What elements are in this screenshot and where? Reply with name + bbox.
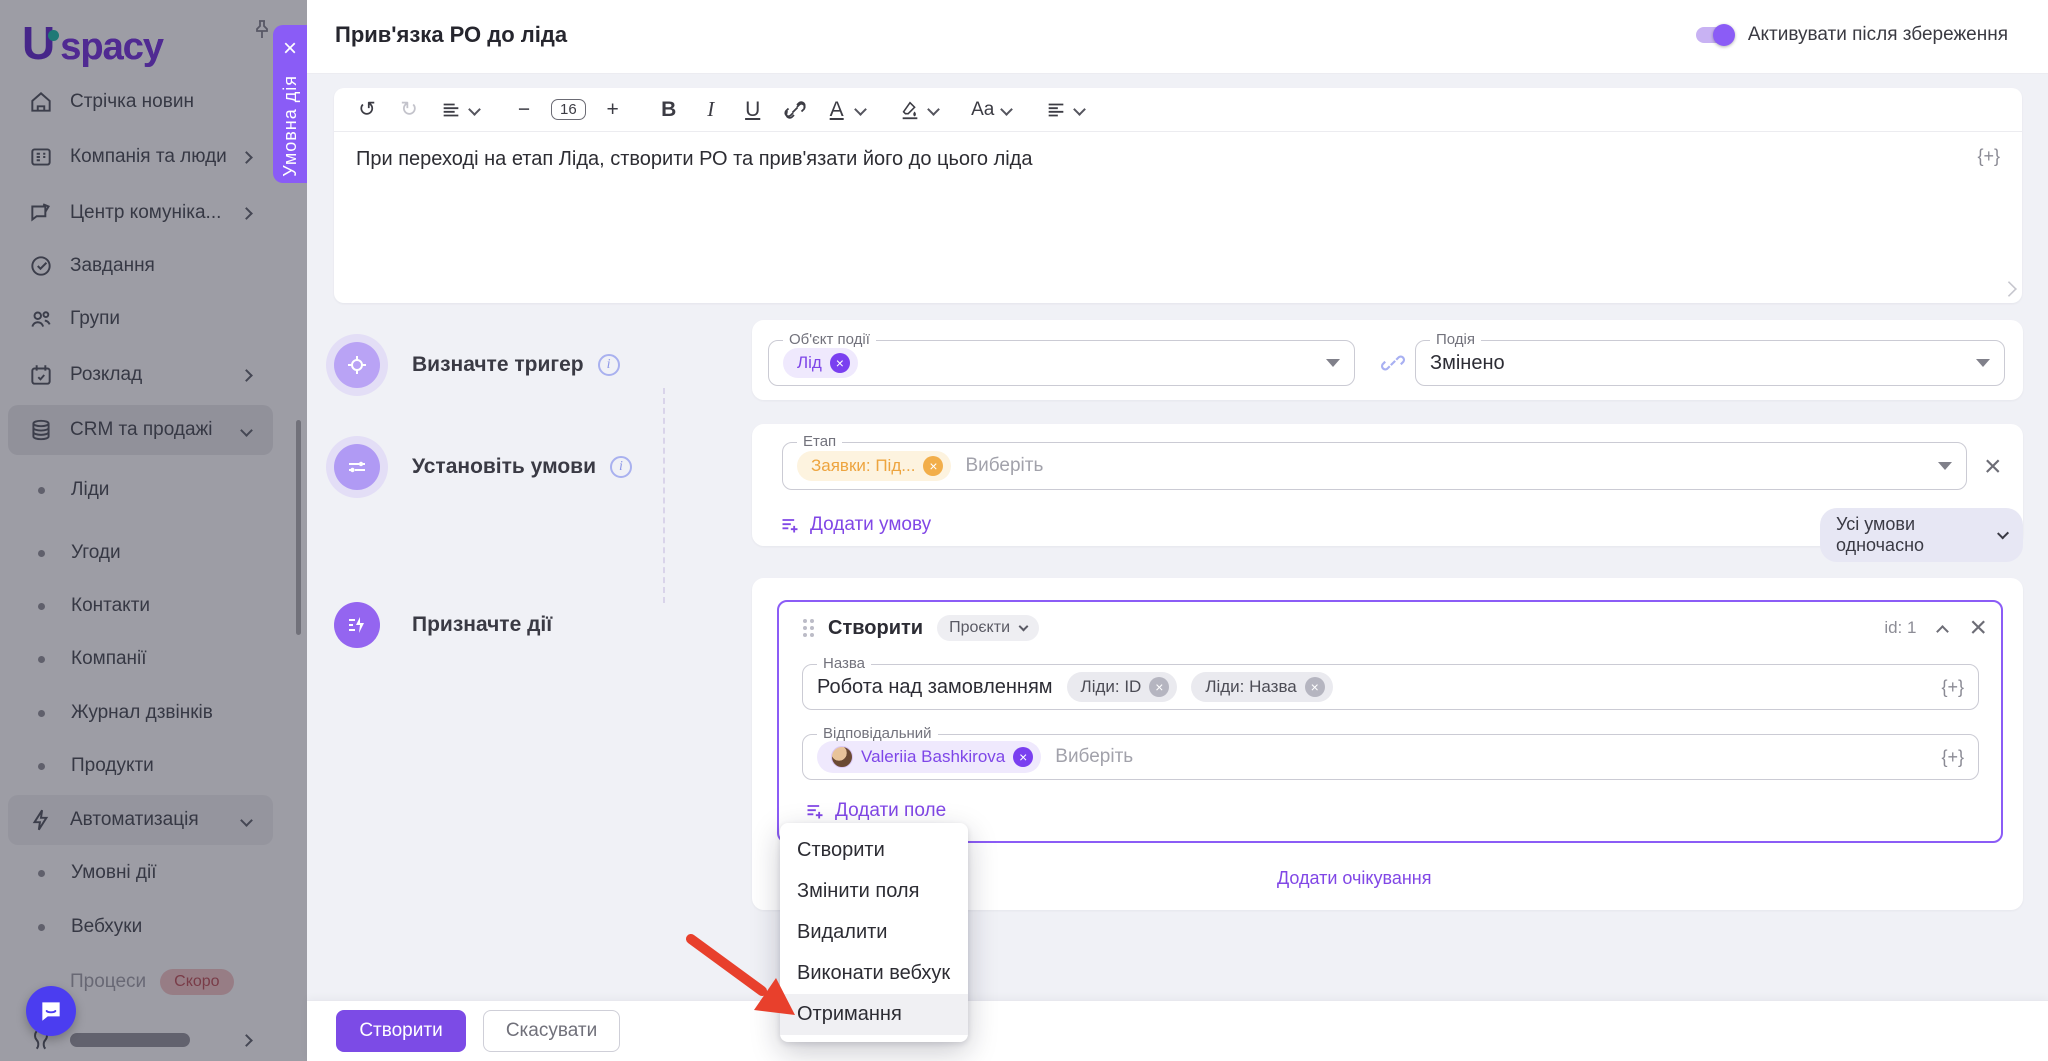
conditions-card: Етап Заявки: Під...× Виберіть × Додати у… bbox=[752, 424, 2023, 546]
list-plus-icon bbox=[805, 801, 825, 821]
chevron-down-icon[interactable] bbox=[854, 103, 867, 116]
dropdown-caret-icon[interactable] bbox=[1938, 462, 1952, 470]
font-size-value[interactable]: 16 bbox=[551, 95, 586, 125]
chip-lead-name[interactable]: Ліди: Назва× bbox=[1191, 672, 1332, 702]
collapse-icon[interactable] bbox=[1937, 625, 1950, 638]
chevron-down-icon[interactable] bbox=[1000, 103, 1013, 116]
paragraph-style-icon[interactable] bbox=[436, 95, 466, 125]
cancel-button[interactable]: Скасувати bbox=[483, 1010, 620, 1052]
editor-toolbar: ↺ ↻ − 16 + B I U A Aa bbox=[334, 88, 2022, 132]
align-icon[interactable] bbox=[1041, 95, 1071, 125]
insert-variable-button[interactable]: {+} bbox=[1977, 146, 2000, 167]
app-window: Uspacy Стрічка новин Компанія та люди Це… bbox=[0, 0, 2048, 1061]
font-color-icon[interactable]: A bbox=[822, 95, 852, 125]
chip-remove-icon[interactable]: × bbox=[830, 353, 850, 373]
bold-icon[interactable]: B bbox=[654, 95, 684, 125]
underline-icon[interactable]: U bbox=[738, 95, 768, 125]
target-icon bbox=[334, 342, 380, 388]
bolt-actions-icon bbox=[334, 602, 380, 648]
panel-tab-conditional-action[interactable]: × Умовна дія bbox=[273, 25, 307, 183]
chip-lead-id[interactable]: Ліди: ID× bbox=[1067, 672, 1178, 702]
chip-remove-icon[interactable]: × bbox=[1305, 677, 1325, 697]
responsible-placeholder: Виберіть bbox=[1055, 746, 1133, 768]
step-set-conditions: Установіть умови i bbox=[334, 444, 632, 490]
stage-field[interactable]: Етап Заявки: Під...× Виберіть bbox=[782, 442, 1967, 490]
chip-stage[interactable]: Заявки: Під...× bbox=[797, 451, 951, 481]
sliders-icon bbox=[334, 444, 380, 490]
remove-condition-icon[interactable]: × bbox=[1984, 452, 2002, 482]
chip-lead[interactable]: Лід× bbox=[783, 348, 858, 378]
chip-responsible-user[interactable]: Valeriia Bashkirova × bbox=[817, 741, 1041, 773]
insert-variable-button[interactable]: {+} bbox=[1941, 677, 1964, 698]
font-increase-icon[interactable]: + bbox=[598, 95, 628, 125]
add-field-link[interactable]: Додати поле bbox=[805, 800, 946, 822]
add-wait-link[interactable]: Додати очікування bbox=[1277, 868, 1432, 889]
step-assign-actions: Призначте дії bbox=[334, 602, 552, 648]
main-panel: Прив'язка РО до ліда Активувати після зб… bbox=[307, 0, 2048, 1061]
action-name-value[interactable]: Робота над замовленням bbox=[817, 676, 1053, 699]
link-icon[interactable] bbox=[780, 95, 810, 125]
undo-icon[interactable]: ↺ bbox=[352, 95, 382, 125]
description-editor: ↺ ↻ − 16 + B I U A Aa При bbox=[334, 88, 2022, 303]
panel-header: Прив'язка РО до ліда Активувати після зб… bbox=[307, 0, 2048, 74]
chip-remove-icon[interactable]: × bbox=[1013, 747, 1033, 767]
stage-placeholder: Виберіть bbox=[965, 455, 1043, 477]
page-title: Прив'язка РО до ліда bbox=[335, 22, 567, 48]
entity-select-pill[interactable]: Проєкти bbox=[937, 615, 1039, 641]
redo-icon[interactable]: ↻ bbox=[394, 95, 424, 125]
annotation-arrow bbox=[640, 900, 850, 1060]
create-button[interactable]: Створити bbox=[336, 1010, 466, 1052]
chevron-down-icon[interactable] bbox=[1073, 103, 1086, 116]
link-fields-icon[interactable] bbox=[1380, 350, 1406, 376]
info-icon[interactable]: i bbox=[598, 354, 620, 376]
action-card-header: Створити Проєкти id: 1 × bbox=[779, 602, 2001, 654]
sidebar: Uspacy Стрічка новин Компанія та люди Це… bbox=[0, 0, 307, 1061]
chip-remove-icon[interactable]: × bbox=[1149, 677, 1169, 697]
list-plus-icon bbox=[780, 515, 800, 535]
event-value: Змінено bbox=[1430, 352, 1505, 375]
editor-text[interactable]: При переході на етап Ліда, створити РО т… bbox=[356, 148, 1032, 171]
user-avatar bbox=[831, 746, 853, 768]
dropdown-caret-icon[interactable] bbox=[1976, 359, 1990, 367]
close-icon[interactable]: × bbox=[283, 37, 297, 61]
insert-variable-button[interactable]: {+} bbox=[1941, 747, 1964, 768]
step-define-trigger: Визначте тригер i bbox=[334, 342, 620, 388]
action-id-label: id: 1 bbox=[1884, 618, 1916, 638]
activate-toggle-label: Активувати після збереження bbox=[1748, 24, 2008, 46]
panel-tab-label: Умовна дія bbox=[280, 75, 301, 177]
chevron-down-icon bbox=[1997, 527, 2009, 539]
chevron-down-icon[interactable] bbox=[927, 103, 940, 116]
drag-handle-icon[interactable] bbox=[803, 619, 814, 637]
chevron-down-icon bbox=[1019, 622, 1029, 632]
event-field[interactable]: Подія Змінено bbox=[1415, 340, 2005, 386]
action-create-card: Створити Проєкти id: 1 × Назва Робота на… bbox=[777, 600, 2003, 843]
trigger-card: Об'єкт події Лід× Подія Змінено bbox=[752, 320, 2023, 400]
text-case-icon[interactable]: Aa bbox=[968, 95, 998, 125]
action-name-field[interactable]: Назва Робота над замовленням Ліди: ID× Л… bbox=[802, 664, 1979, 710]
remove-action-icon[interactable]: × bbox=[1969, 613, 1987, 643]
chat-bubble-icon bbox=[38, 998, 64, 1024]
add-condition-link[interactable]: Додати умову bbox=[780, 514, 931, 536]
footer-bar: Створити Скасувати bbox=[307, 1000, 2048, 1061]
italic-icon[interactable]: I bbox=[696, 95, 726, 125]
chip-remove-icon[interactable]: × bbox=[923, 456, 943, 476]
chevron-down-icon[interactable] bbox=[468, 103, 481, 116]
highlight-color-icon[interactable] bbox=[895, 95, 925, 125]
resize-handle[interactable] bbox=[2001, 281, 2017, 297]
font-decrease-icon[interactable]: − bbox=[509, 95, 539, 125]
event-object-field[interactable]: Об'єкт події Лід× bbox=[768, 340, 1355, 386]
steps-connector bbox=[663, 388, 665, 603]
chat-widget-button[interactable] bbox=[26, 986, 76, 1036]
dropdown-caret-icon[interactable] bbox=[1326, 359, 1340, 367]
info-icon[interactable]: i bbox=[610, 456, 632, 478]
sidebar-dim-overlay bbox=[0, 0, 307, 1061]
responsible-field[interactable]: Відповідальний Valeriia Bashkirova × Виб… bbox=[802, 734, 1979, 780]
menu-item-create[interactable]: Створити bbox=[780, 830, 968, 871]
editor-content[interactable]: При переході на етап Ліда, створити РО т… bbox=[334, 132, 2022, 302]
toggle-knob bbox=[1713, 24, 1735, 46]
conditions-mode-pill[interactable]: Усі умови одночасно bbox=[1820, 508, 2023, 562]
activate-toggle[interactable] bbox=[1696, 27, 1732, 43]
